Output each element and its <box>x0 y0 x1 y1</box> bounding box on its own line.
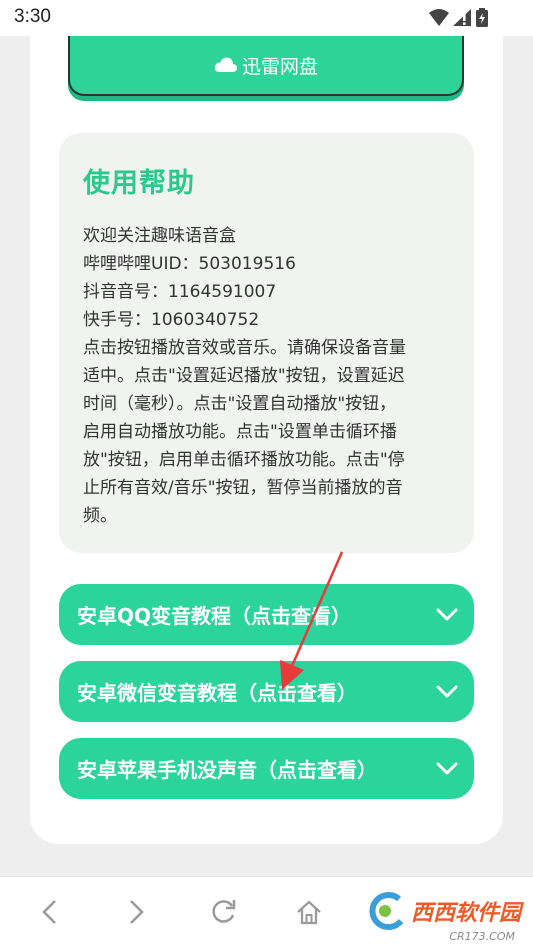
status-time: 3:30 <box>14 6 51 27</box>
status-icons <box>427 7 499 29</box>
help-kuaishou-id: 快手号：1060340752 <box>83 310 260 330</box>
help-description-line: 适中。点击"设置延迟播放"按钮，设置延迟 <box>83 366 405 386</box>
help-description-line: 频。 <box>83 506 117 526</box>
wifi-icon <box>429 9 449 26</box>
accordion-apple-no-sound[interactable]: 安卓苹果手机没声音（点击查看） <box>59 738 474 799</box>
help-description-line: 启用自动播放功能。点击"设置单击循环播 <box>83 422 397 442</box>
watermark: 西西软件园 CR173.COM <box>363 891 521 943</box>
accordion-label: 安卓苹果手机没声音（点击查看） <box>77 758 377 782</box>
help-bilibili-uid: 哔哩哔哩UID：503019516 <box>83 254 296 274</box>
help-description-line: 时间（毫秒）。点击"设置自动播放"按钮， <box>83 394 397 414</box>
red-arrow-icon <box>270 548 350 702</box>
home-icon[interactable] <box>294 897 324 931</box>
watermark-logo-icon <box>369 892 404 931</box>
help-description-line: 放"按钮，启用单击循环播放功能。点击"停 <box>83 450 405 470</box>
help-description-line: 止所有音效/音乐"按钮，暂停当前播放的音 <box>83 478 403 498</box>
help-welcome-line: 欢迎关注趣味语音盒 <box>83 226 236 246</box>
screen: 3:30 迅雷网盘 使用帮助 欢迎关注趣味语音盒 哔哩哔哩UID：5030195… <box>0 0 533 948</box>
xunlei-drive-button[interactable]: 迅雷网盘 <box>68 36 464 96</box>
forward-icon[interactable] <box>124 897 148 931</box>
status-bar: 3:30 <box>0 0 533 36</box>
watermark-text: 西西软件园 <box>410 901 521 926</box>
signal-icon <box>453 9 471 26</box>
help-panel: 使用帮助 欢迎关注趣味语音盒 哔哩哔哩UID：503019516 抖音音号：11… <box>59 133 474 553</box>
accordion-wechat-voice-tutorial[interactable]: 安卓微信变音教程（点击查看） <box>59 661 474 722</box>
cloud-icon <box>214 56 238 74</box>
help-title: 使用帮助 <box>83 168 195 199</box>
accordion-label: 安卓QQ变音教程（点击查看） <box>77 604 352 628</box>
reload-icon[interactable] <box>208 897 238 931</box>
chevron-down-icon <box>436 685 458 699</box>
back-icon[interactable] <box>38 897 62 931</box>
chevron-down-icon <box>436 762 458 776</box>
xunlei-drive-label: 迅雷网盘 <box>241 55 318 78</box>
watermark-subtext: CR173.COM <box>449 930 515 943</box>
bottom-nav: 西西软件园 CR173.COM <box>0 876 533 948</box>
battery-icon <box>476 8 488 27</box>
help-description-line: 点击按钮播放音效或音乐。请确保设备音量 <box>83 338 406 358</box>
help-douyin-id: 抖音音号：1164591007 <box>83 282 277 302</box>
accordion-label: 安卓微信变音教程（点击查看） <box>77 681 357 705</box>
chevron-down-icon <box>436 608 458 622</box>
accordion-qq-voice-tutorial[interactable]: 安卓QQ变音教程（点击查看） <box>59 584 474 645</box>
